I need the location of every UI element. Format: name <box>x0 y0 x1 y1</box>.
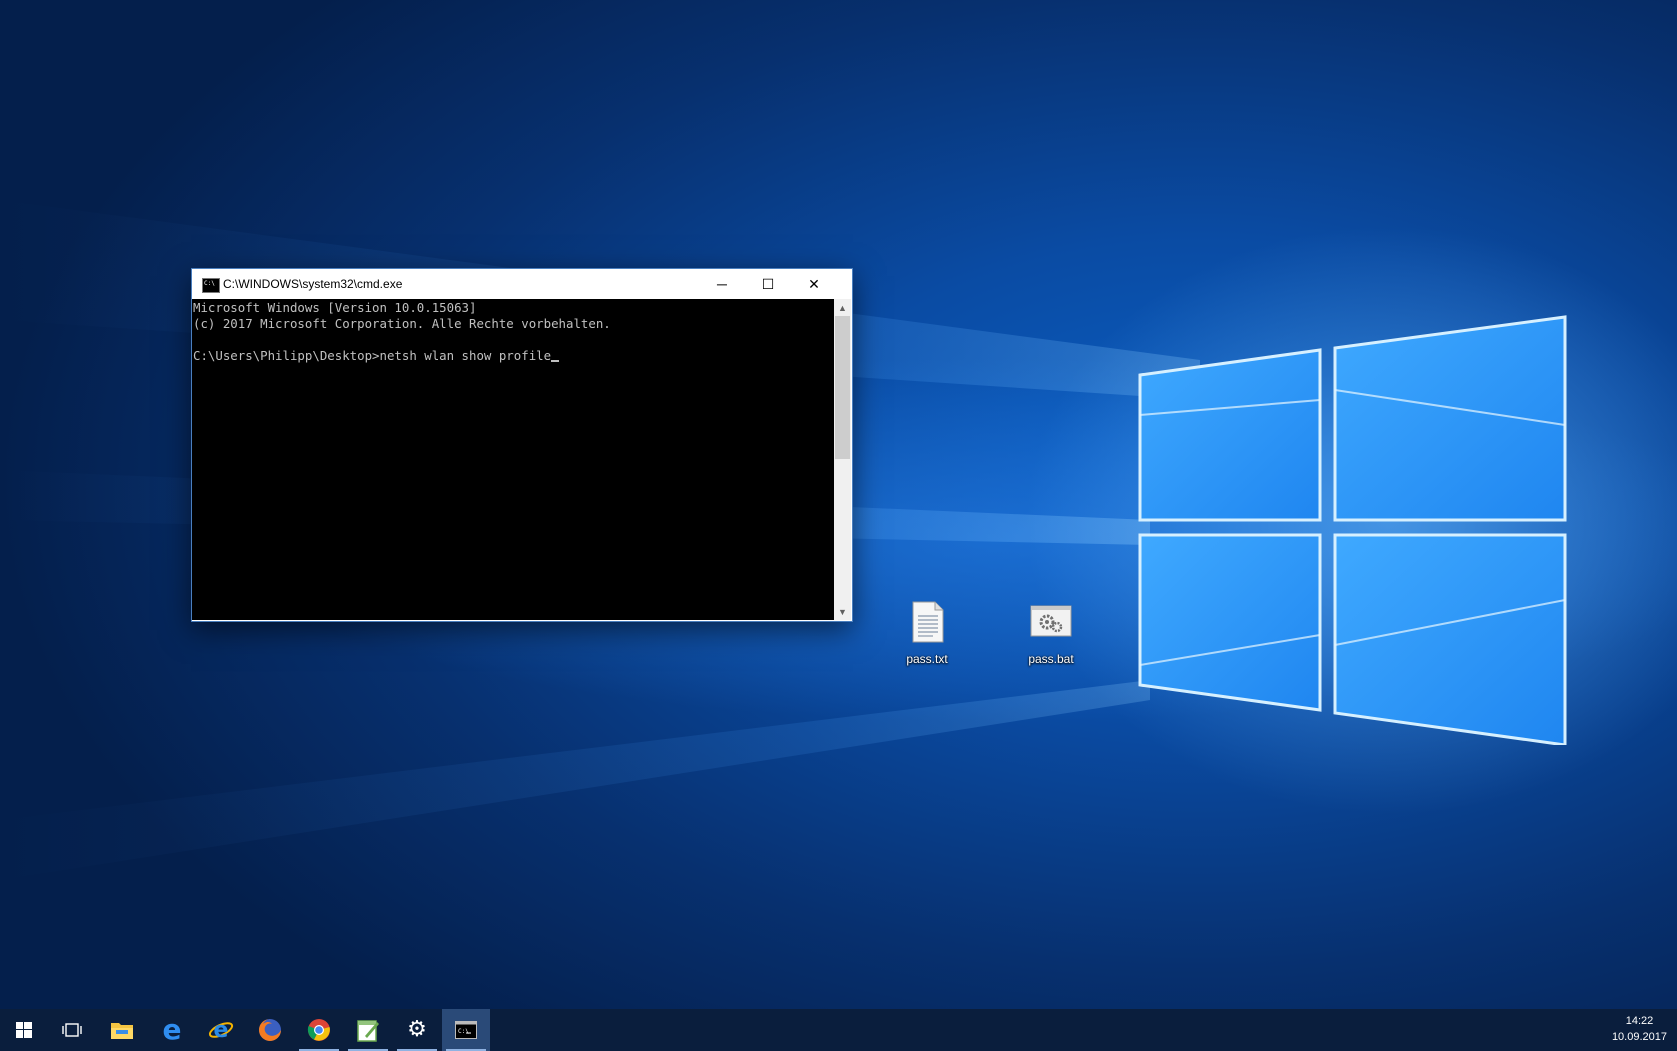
desktop-icon-pass-bat[interactable]: pass.bat <box>1006 600 1096 666</box>
task-view-button[interactable] <box>48 1009 96 1051</box>
close-button[interactable]: ✕ <box>791 269 837 299</box>
scrollbar-thumb[interactable] <box>835 316 850 459</box>
svg-text:e: e <box>214 1018 229 1043</box>
console-command: C:\Users\Philipp\Desktop>netsh wlan show… <box>193 348 552 363</box>
chrome-button[interactable] <box>295 1009 343 1051</box>
chrome-icon <box>307 1019 330 1041</box>
svg-text:C:\: C:\ <box>458 1028 469 1035</box>
desktop-icon-pass-txt[interactable]: pass.txt <box>882 600 972 666</box>
edge-button[interactable]: e <box>148 1009 196 1051</box>
clock-date: 10.09.2017 <box>1611 1031 1667 1043</box>
desktop-icon-label: pass.bat <box>1028 652 1074 666</box>
firefox-button[interactable] <box>246 1009 294 1051</box>
console-prompt-line: C:\Users\Philipp\Desktop>netsh wlan show… <box>193 348 834 364</box>
window-title: C:\WINDOWS\system32\cmd.exe <box>223 277 403 291</box>
windows-logo-icon <box>16 1022 32 1038</box>
batch-file-icon <box>1030 600 1072 644</box>
minimize-button[interactable]: ─ <box>699 269 745 299</box>
scroll-down-arrow-icon[interactable]: ▼ <box>834 603 851 620</box>
window-titlebar[interactable]: C:\WINDOWS\system32\cmd.exe ─ ☐ ✕ <box>192 269 852 299</box>
text-cursor <box>551 360 560 362</box>
console-line: Microsoft Windows [Version 10.0.15063] <box>193 300 477 315</box>
console-line: (c) 2017 Microsoft Corporation. Alle Rec… <box>193 316 611 331</box>
command-prompt-icon <box>202 278 220 293</box>
internet-explorer-button[interactable]: e <box>197 1009 245 1051</box>
cmd-button[interactable]: C:\ <box>442 1009 490 1051</box>
command-prompt-icon: C:\ <box>455 1021 477 1039</box>
folder-icon <box>111 1023 133 1039</box>
desktop-icon-label: pass.txt <box>906 652 948 666</box>
system-clock[interactable]: 14:22 10.09.2017 <box>1612 1013 1667 1045</box>
file-explorer-button[interactable] <box>98 1009 146 1051</box>
settings-button[interactable]: ⚙ <box>393 1009 441 1051</box>
task-view-icon <box>62 1023 82 1037</box>
start-button[interactable] <box>0 1009 48 1051</box>
clock-time: 14:22 <box>1625 1015 1654 1027</box>
taskbar: e e ⚙ C:\ 14:22 10.09.2017 <box>0 1009 1677 1051</box>
edge-icon: e <box>162 1013 182 1046</box>
vertical-scrollbar[interactable]: ▲ ▼ <box>834 299 851 620</box>
scroll-up-arrow-icon[interactable]: ▲ <box>834 299 851 316</box>
notepad-icon <box>357 1020 379 1042</box>
console-output[interactable]: Microsoft Windows [Version 10.0.15063] (c… <box>192 299 834 620</box>
internet-explorer-icon: e <box>208 1018 234 1043</box>
maximize-button[interactable]: ☐ <box>745 269 791 299</box>
notepad-plus-button[interactable] <box>344 1009 392 1051</box>
windows-wallpaper-logo <box>1138 315 1567 745</box>
text-file-icon <box>909 600 945 644</box>
firefox-icon <box>259 1019 281 1041</box>
gear-icon: ⚙ <box>407 1017 427 1042</box>
cmd-window[interactable]: C:\WINDOWS\system32\cmd.exe ─ ☐ ✕ Micros… <box>191 268 853 622</box>
